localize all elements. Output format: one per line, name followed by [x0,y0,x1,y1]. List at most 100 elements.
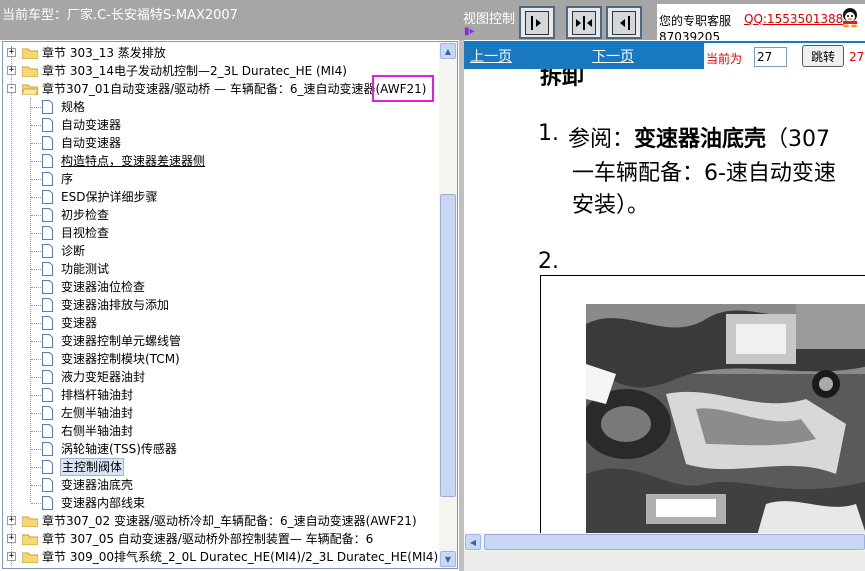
tree-chapter-label: 章节 309_00排气系统_2_0L Duratec_HE(MI4)/2_3L … [42,550,439,564]
tree-chapter-label: 章节 307_05 自动变速器/驱动桥外部控制装置— 车辆配备：6 [42,532,374,546]
tree-page-label: 自动变速器 [61,136,122,150]
tree-page-label: 左侧半轴油封 [61,406,134,420]
collapse-toggle-icon[interactable]: - [7,84,16,93]
page-icon [42,460,53,474]
page-icon [42,388,53,402]
page-icon [42,298,53,312]
expand-toggle-icon[interactable]: + [7,66,16,75]
page-icon [42,334,53,348]
folder-icon [22,516,38,527]
folder-icon [22,48,38,59]
tree-page-label: 自动变速器 [61,118,122,132]
page-control: 当前为 跳转 27 [704,43,865,69]
step-text: 参阅：变速器油底壳（307 [568,127,831,152]
tree-page-label: 主控制阀体 [60,458,125,476]
scroll-left-icon[interactable]: ◀ [465,534,481,550]
folder-icon [22,552,38,563]
tree-chapter-label: 章节307_01自动变速器/驱动桥 — 车辆配备：6_速自动变速器 [42,82,376,96]
page-icon [42,352,53,366]
document-view: 拆卸 1. 参阅：变速器油底壳（307 一车辆配备：6-速自动变速 安装）。 2… [464,69,865,533]
tree-page-label: 涡轮轴速(TSS)传感器 [61,442,177,456]
h-scroll-thumb[interactable] [484,534,865,550]
page-icon [42,496,53,510]
tree-chapter-label: 章节 303_14电子发动机控制—2_3L Duratec_HE (MI4) [42,64,347,78]
tree-page-label: 初步检查 [61,208,110,222]
tree-page-label: 变速器内部线束 [61,496,146,510]
page-icon [42,280,53,294]
expand-toggle-icon[interactable]: + [7,516,16,525]
tree-page-label: 变速器控制模块(TCM) [61,352,180,366]
page-number-input[interactable] [754,47,787,67]
page-icon [42,442,53,456]
page-icon [42,172,53,186]
page-icon [42,370,53,384]
support-label: 您的专职客服 [659,14,732,28]
split-view-button[interactable] [566,6,602,39]
page-icon [42,478,53,492]
tree-page-label: 功能测试 [61,262,110,276]
step-text: 一车辆配备：6-速自动变速 [572,161,836,186]
tree-page-label: 变速器油底壳 [61,478,134,492]
step-reference: 变速器油底壳 [634,127,767,152]
top-bar: 当前车型：厂家.C-长安福特S-MAX2007 视图控制 ▮▸ 您的专职客服 Q… [0,0,865,40]
tree-page-label: 目视检查 [61,226,110,240]
page-icon [42,100,53,114]
next-page-link[interactable]: 下一页 [592,46,634,66]
highlight-annotation [372,75,434,102]
split-arrows-icon [572,10,596,35]
view-control-label: 视图控制 [463,12,516,27]
tree-page-label: 液力变矩器油封 [61,370,146,384]
prev-page-link[interactable]: 上一页 [470,46,512,66]
arrow-left-icon [612,10,636,35]
expand-right-button[interactable] [519,6,555,39]
page-icon [42,244,53,258]
transmission-photo [586,304,865,533]
document-h-scrollbar[interactable]: ◀ [464,533,865,551]
page-icon [42,226,53,240]
page-icon [42,424,53,438]
scroll-down-icon[interactable]: ▼ [440,551,456,567]
tree-page-label: 规格 [61,100,86,114]
arrow-right-icon [525,10,549,35]
tree-chapter-label: 章节 303_13 蒸发排放 [42,46,166,60]
tree-page-label: ESD保护详细步骤 [61,190,158,204]
page-icon [42,154,53,168]
page-total: 27 [849,50,865,64]
document-heading: 拆卸 [540,69,585,90]
scroll-thumb[interactable] [440,194,456,497]
page-icon [42,190,53,204]
tree-page-label: 变速器油排放与添加 [61,298,170,312]
chapter-tree: + 章节 303_13 蒸发排放 + 章节 303_14电子发动机控制—2_3L… [3,42,439,568]
figure-frame [540,275,865,533]
page-nav-bar: 上一页 下一页 当前为 跳转 27 [464,41,865,69]
page-icon [42,406,53,420]
tree-page-label: 右侧半轴油封 [61,424,134,438]
tree-page-label: 诊断 [61,244,86,258]
page-icon [42,316,53,330]
step-number: 1. [538,121,559,146]
tree-page-label: 变速器油位检查 [61,280,146,294]
tree-page-label: 序 [61,172,74,186]
expand-left-button[interactable] [606,6,642,39]
page-icon [42,208,53,222]
folder-icon [22,66,38,77]
tree-page-label: 变速器控制单元螺线管 [61,334,182,348]
support-avatar-icon[interactable] [839,6,861,28]
vehicle-title: 当前车型：厂家.C-长安福特S-MAX2007 [2,8,238,23]
current-page-label: 当前为 [706,52,743,66]
tree-page-label: 排档杆轴油封 [61,388,134,402]
tree-chapter-label: 章节307_02 变速器/驱动桥冷却_车辆配备：6_速自动变速器(AWF21) [42,514,417,528]
tree-scrollbar[interactable]: ▲ ▼ [439,42,457,568]
jump-button[interactable]: 跳转 [802,45,844,67]
step-text: 安装）。 [572,193,650,218]
support-phone: 87039205 [659,30,721,40]
page-icon [42,136,53,150]
expand-toggle-icon[interactable]: + [7,48,16,57]
page-icon [42,118,53,132]
scroll-up-icon[interactable]: ▲ [440,43,456,59]
page-icon [42,262,53,276]
expand-toggle-icon[interactable]: + [7,534,16,543]
expand-toggle-icon[interactable]: + [7,552,16,561]
step-number: 2. [538,249,559,274]
support-qq-link[interactable]: QQ:1553501388 [744,12,843,26]
